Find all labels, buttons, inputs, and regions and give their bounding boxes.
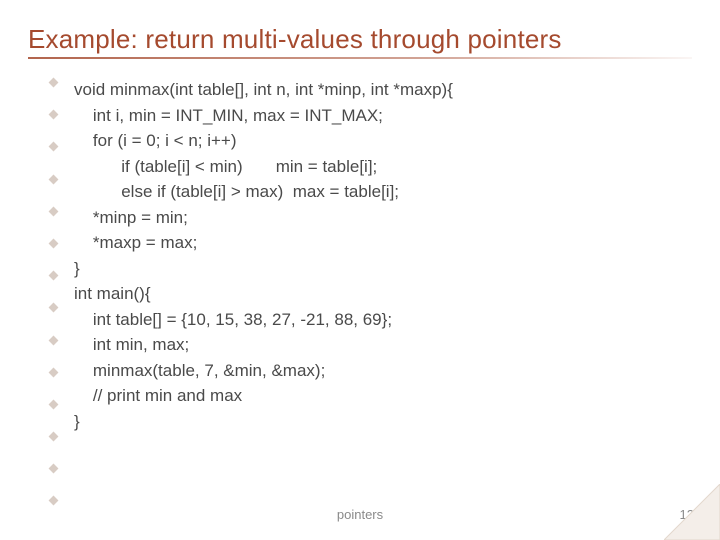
code-line: int i, min = INT_MIN, max = INT_MAX;	[74, 106, 383, 125]
code-line: }	[74, 259, 80, 278]
bullet-diamond-icon	[49, 238, 59, 248]
code-line: int min, max;	[74, 335, 189, 354]
code-line: if (table[i] < min) min = table[i];	[74, 157, 377, 176]
footer-label: pointers	[337, 507, 383, 522]
bullet-diamond-icon	[49, 206, 59, 216]
bullet-diamond-icon	[49, 496, 59, 506]
code-line: *maxp = max;	[74, 233, 197, 252]
bullet-diamond-icon	[49, 78, 59, 88]
bullet-diamond-icon	[49, 464, 59, 474]
code-block-wrap: void minmax(int table[], int n, int *min…	[74, 77, 692, 434]
bullet-diamond-icon	[49, 335, 59, 345]
bullet-diamond-icon	[49, 174, 59, 184]
page-number: 12	[680, 507, 694, 522]
title-underline	[28, 57, 692, 59]
code-line: int table[] = {10, 15, 38, 27, -21, 88, …	[74, 310, 392, 329]
code-line: // print min and max	[74, 386, 242, 405]
code-line: int main(){	[74, 284, 151, 303]
bullet-diamond-icon	[49, 367, 59, 377]
code-line: minmax(table, 7, &min, &max);	[74, 361, 325, 380]
slide: Example: return multi-values through poi…	[0, 0, 720, 540]
bullet-diamond-icon	[49, 110, 59, 120]
code-line: }	[74, 412, 80, 431]
bullet-diamond-icon	[49, 142, 59, 152]
bullet-diamond-icon	[49, 303, 59, 313]
code-line: *minp = min;	[74, 208, 188, 227]
bullet-diamond-icon	[49, 399, 59, 409]
bullet-column	[50, 79, 57, 504]
bullet-diamond-icon	[49, 271, 59, 281]
code-block: void minmax(int table[], int n, int *min…	[74, 77, 692, 434]
slide-title: Example: return multi-values through poi…	[28, 24, 692, 55]
bullet-diamond-icon	[49, 432, 59, 442]
code-line: for (i = 0; i < n; i++)	[74, 131, 237, 150]
code-line: void minmax(int table[], int n, int *min…	[74, 80, 453, 99]
code-line: else if (table[i] > max) max = table[i];	[74, 182, 399, 201]
